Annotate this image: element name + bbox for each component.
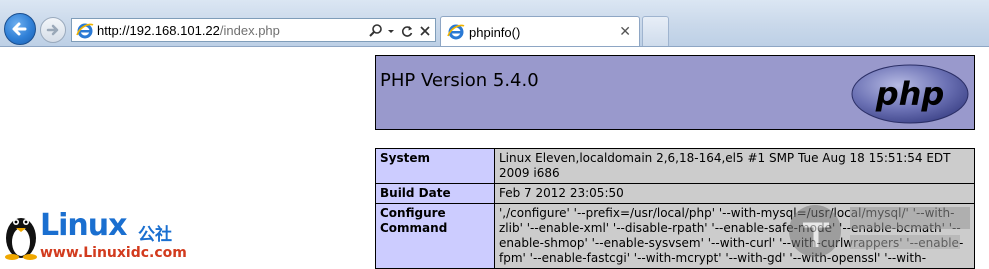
watermark-site: www.Linuxidc.com — [40, 245, 187, 261]
table-row: System Linux Eleven,localdomain 2,6,18-1… — [375, 148, 975, 184]
url-path: /index.php — [219, 23, 280, 38]
forward-button[interactable] — [40, 17, 66, 43]
tab-title: phpinfo() — [469, 25, 521, 40]
refresh-icon[interactable] — [400, 22, 414, 40]
php-logo: php — [851, 64, 969, 124]
row-key: System — [375, 148, 495, 184]
url-text[interactable]: http://192.168.101.22/index.php — [97, 23, 280, 38]
new-tab-button[interactable] — [642, 16, 669, 46]
watermark-logo — [789, 205, 970, 257]
arrow-left-icon — [12, 22, 27, 36]
page-title: PHP Version 5.4.0 — [380, 70, 539, 91]
watermark-brand: Linux — [40, 208, 127, 243]
watermark-linuxidc: Linux 公社 www.Linuxidc.com — [0, 208, 187, 261]
back-button[interactable] — [4, 13, 36, 45]
php-version-header: PHP Version 5.4.0 php — [375, 55, 975, 130]
search-icon[interactable] — [369, 22, 383, 40]
row-key: Build Date — [375, 183, 495, 204]
penguin-icon — [5, 218, 37, 260]
row-key: Configure Command — [375, 203, 495, 269]
tab-phpinfo[interactable]: phpinfo() ✕ — [440, 16, 640, 46]
internet-explorer-icon — [447, 24, 465, 40]
url-host: http://192.168.101.22 — [97, 23, 220, 38]
tab-close-icon[interactable]: ✕ — [619, 23, 631, 40]
watermark-brand-cn: 公社 — [138, 225, 172, 244]
close-icon[interactable] — [418, 22, 432, 40]
dropdown-icon[interactable] — [386, 22, 396, 40]
browser-toolbar: http://192.168.101.22/index.php phpinfo(… — [0, 0, 989, 47]
php-logo-text: php — [875, 75, 945, 113]
arrow-right-icon — [46, 24, 59, 36]
address-bar[interactable]: http://192.168.101.22/index.php — [71, 18, 436, 42]
internet-explorer-icon — [76, 23, 94, 39]
row-value: Linux Eleven,localdomain 2,6,18-164,el5 … — [494, 148, 975, 184]
